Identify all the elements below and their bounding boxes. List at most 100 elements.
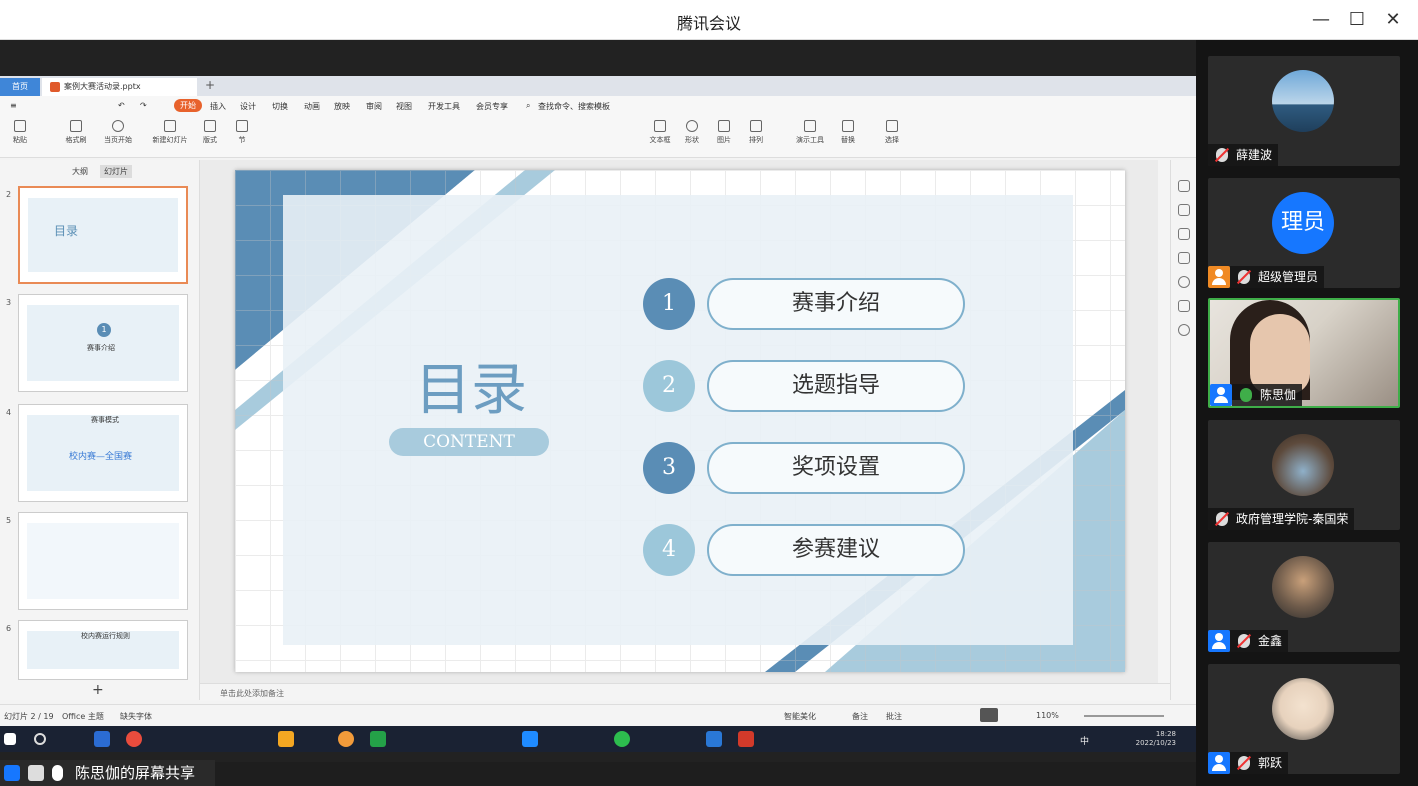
copy-icon[interactable] [1178,252,1190,264]
content-pill: CONTENT [389,428,549,456]
format-painter-button[interactable]: 格式刷 [56,120,96,145]
toc-number: 4 [643,524,695,576]
slide-thumbnail[interactable]: 赛事模式 校内赛—全国赛 [18,404,188,502]
participant-name: 陈思伽 [1260,388,1297,402]
wechat-icon[interactable] [614,731,630,747]
outline-tab[interactable]: 大纲 [72,166,88,177]
play-icon [112,120,124,132]
wps-icon[interactable] [738,731,754,747]
new-slide-label: 新建幻灯片 [152,136,188,144]
menu-transition[interactable]: 切换 [272,101,288,112]
paste-button[interactable]: 粘贴 [0,120,40,145]
play-from-current-button[interactable]: 当页开始 [98,120,138,145]
redo-icon[interactable]: ↷ [140,101,147,110]
participant-tile[interactable]: 郭跃 [1208,664,1400,774]
replace-label: 替换 [841,136,855,144]
menu-devtools[interactable]: 开发工具 [428,101,460,112]
property-icon[interactable] [1178,180,1190,192]
textbox-icon [654,120,666,132]
play-slideshow-button[interactable] [980,708,998,722]
app-icon[interactable] [278,731,294,747]
menu-start[interactable]: 开始 [174,99,202,112]
menu-insert[interactable]: 插入 [210,101,226,112]
arrange-button[interactable]: 排列 [736,120,776,145]
edge-icon[interactable] [522,731,538,747]
picture-icon [718,120,730,132]
microphone-icon [52,765,63,781]
paste-icon [14,120,26,132]
adjust-icon[interactable] [1178,204,1190,216]
location-icon[interactable] [1178,324,1190,336]
app-icon[interactable] [338,731,354,747]
windows-taskbar: 中 18:28 2022/10/23 [0,726,1196,752]
replace-button[interactable]: 替换 [828,120,868,145]
section-button[interactable]: 节 [222,120,262,145]
ime-indicator[interactable]: 中 [1080,734,1089,747]
slide-thumbnail-panel: 大纲 幻灯片 2 目录 3 1 赛事介绍 4 赛事模式 校内赛—全国赛 5 6 … [0,160,200,700]
browser-icon[interactable] [126,731,142,747]
participant-tile[interactable]: 理员 超级管理员 [1208,178,1400,288]
notes-toggle[interactable]: 备注 [852,711,868,722]
participant-tile[interactable]: 金鑫 [1208,542,1400,652]
arrange-label: 排列 [749,136,763,144]
menu-member[interactable]: 会员专享 [476,101,508,112]
app-icon[interactable] [94,731,110,747]
system-clock[interactable]: 18:28 2022/10/23 [1136,730,1176,748]
search-icon[interactable]: ⌕ [526,101,530,111]
zoom-level[interactable]: 110% [1036,711,1059,720]
participant-panel: 薛建波 理员 超级管理员 陈思伽 政府管理学院-秦国荣 金鑫 郭跃 [1196,40,1418,786]
slide-thumbnail[interactable]: 目录 [18,186,188,284]
help-icon[interactable] [1178,276,1190,288]
slide-count: 幻灯片 2 / 19 [4,712,54,721]
select-button[interactable]: 选择 [872,120,912,145]
vertical-scrollbar[interactable] [1158,160,1170,700]
toc-label: 奖项设置 [707,442,965,494]
current-slide[interactable]: 目录 CONTENT 1 赛事介绍 2 选题指导 3 奖项设置 4 参赛建议 [235,170,1125,672]
menu-review[interactable]: 审阅 [366,101,382,112]
star-icon[interactable] [1178,228,1190,240]
slide-thumbnail[interactable]: 1 赛事介绍 [18,294,188,392]
undo-icon[interactable]: ↶ [118,101,125,110]
command-search[interactable]: 查找命令、搜索模板 [538,101,610,112]
menu-design[interactable]: 设计 [240,101,256,112]
participant-tile[interactable]: 政府管理学院-秦国荣 [1208,420,1400,530]
section-label: 节 [238,136,246,144]
smart-beautify[interactable]: 智能美化 [784,711,816,722]
file-tab[interactable]: 案例大赛活动录.pptx [42,78,197,96]
presentation-tools-button[interactable]: 演示工具 [790,120,830,145]
comments-toggle[interactable]: 批注 [886,711,902,722]
hamburger-icon[interactable]: ≡ [10,101,17,110]
home-tab[interactable]: 首页 [0,78,40,96]
share-icon[interactable] [1178,300,1190,312]
user-badge-icon [1208,752,1230,774]
slides-tab[interactable]: 幻灯片 [100,165,132,178]
notes-area[interactable]: 单击此处添加备注 [200,683,1170,701]
meeting-icon[interactable] [706,731,722,747]
search-icon[interactable] [34,733,46,745]
menu-slideshow[interactable]: 放映 [334,101,350,112]
minimize-button[interactable]: — [1308,8,1334,32]
menu-view[interactable]: 视图 [396,101,412,112]
add-slide-button[interactable]: + [92,682,104,698]
slide-thumbnail[interactable]: 校内赛运行规则 [18,620,188,680]
menu-animation[interactable]: 动画 [304,101,320,112]
new-tab-button[interactable]: + [205,78,215,92]
zoom-slider[interactable] [1084,715,1164,717]
new-slide-button[interactable]: 新建幻灯片 [150,120,190,145]
share-label: 陈思伽的屏幕共享 [75,764,196,782]
picture-label: 图片 [717,136,731,144]
thumb-marker: 1 [97,323,111,337]
maximize-button[interactable]: ☐ [1344,8,1370,32]
participant-video-tile[interactable]: 陈思伽 [1208,298,1400,408]
status-bar: 幻灯片 2 / 19 Office 主题 缺失字体 智能美化 备注 批注 110… [0,704,1196,726]
thumb-title: 校内赛运行规则 [81,632,130,640]
windows-start-icon[interactable] [4,733,16,745]
app-icon[interactable] [370,731,386,747]
missing-font[interactable]: 缺失字体 [120,711,152,722]
close-button[interactable]: ✕ [1380,8,1406,32]
slide-thumbnail[interactable] [18,512,188,610]
participant-tile[interactable]: 薛建波 [1208,56,1400,166]
ribbon-toolbar: 粘贴 格式刷 当页开始 新建幻灯片 版式 节 文本框 形状 图片 排列 演示工具… [0,116,1196,158]
toc-number: 3 [643,442,695,494]
host-badge-icon [1208,266,1230,288]
